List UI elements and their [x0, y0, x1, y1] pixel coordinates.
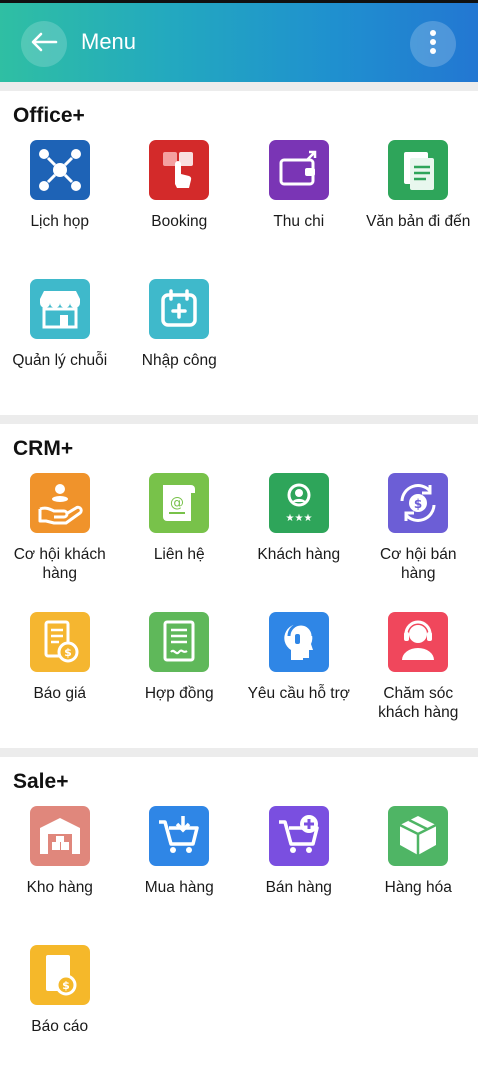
customer-icon: ★★★: [269, 473, 329, 533]
menu-sections: Office+ Lịch họp Booking Thu chi Văn bản đi …: [0, 82, 478, 1081]
page-title: Menu: [81, 29, 136, 55]
menu-item[interactable]: ★★★ Khách hàng: [239, 470, 359, 609]
section-title: CRM+: [0, 424, 478, 468]
menu-item[interactable]: Quản lý chuỗi: [0, 276, 120, 415]
menu-item-label: Văn bản đi đến: [366, 212, 470, 231]
menu-item[interactable]: @ Liên hệ: [120, 470, 240, 609]
menu-item[interactable]: Bán hàng: [239, 803, 359, 942]
menu-section: Office+ Lịch họp Booking Thu chi Văn bản đi …: [0, 91, 478, 415]
more-vertical-icon: [429, 29, 437, 60]
menu-grid: Kho hàng Mua hàng Bán hàng Hàng hóa $ Báo cáo: [0, 801, 478, 1081]
menu-item-label: Liên hệ: [154, 545, 205, 564]
svg-text:$: $: [64, 646, 72, 659]
wallet-icon: [269, 140, 329, 200]
arrow-left-icon: [30, 32, 58, 57]
svg-text:$: $: [414, 497, 422, 511]
menu-item-label: Bán hàng: [266, 878, 332, 897]
menu-item-label: Nhập công: [142, 351, 217, 370]
menu-item-label: Báo giá: [33, 684, 86, 703]
customer-care-icon: [388, 612, 448, 672]
quote-icon: $: [30, 612, 90, 672]
menu-item[interactable]: Kho hàng: [0, 803, 120, 942]
menu-item-label: Cơ hội khách hàng: [4, 545, 116, 583]
menu-item[interactable]: Hàng hóa: [359, 803, 478, 942]
svg-text:$: $: [62, 979, 70, 992]
menu-item[interactable]: Booking: [120, 137, 240, 276]
svg-text:@: @: [170, 495, 184, 511]
menu-section: Sale+ Kho hàng Mua hàng Bán hàng Hàng hóa $ Bá…: [0, 757, 478, 1081]
contact-scroll-icon: @: [149, 473, 209, 533]
menu-item-label: Báo cáo: [31, 1017, 88, 1036]
cart-down-icon: [149, 806, 209, 866]
svg-text:★★★: ★★★: [285, 513, 312, 524]
sales-cycle-icon: $: [388, 473, 448, 533]
menu-item[interactable]: Văn bản đi đến: [359, 137, 478, 276]
menu-grid: Lịch họp Booking Thu chi Văn bản đi đến Quản…: [0, 135, 478, 415]
menu-item[interactable]: Mua hàng: [120, 803, 240, 942]
app-bar: Menu: [0, 3, 478, 82]
menu-item-label: Kho hàng: [27, 878, 93, 897]
meeting-icon: [30, 140, 90, 200]
menu-item-label: Booking: [151, 212, 207, 231]
section-divider: [0, 748, 478, 757]
support-head-icon: [269, 612, 329, 672]
menu-item[interactable]: Thu chi: [239, 137, 359, 276]
menu-item-label: Khách hàng: [257, 545, 340, 564]
menu-item-label: Hàng hóa: [385, 878, 452, 897]
menu-grid: Cơ hội khách hàng @ Liên hệ ★★★ Khách hàng $ C…: [0, 468, 478, 748]
menu-item-label: Lịch họp: [30, 212, 89, 231]
menu-item[interactable]: Cơ hội khách hàng: [0, 470, 120, 609]
menu-item[interactable]: $ Báo giá: [0, 609, 120, 748]
document-icon: [388, 140, 448, 200]
warehouse-icon: [30, 806, 90, 866]
calendar-add-icon: [149, 279, 209, 339]
booking-icon: [149, 140, 209, 200]
section-title: Office+: [0, 91, 478, 135]
menu-item[interactable]: Chăm sóc khách hàng: [359, 609, 478, 748]
report-icon: $: [30, 945, 90, 1005]
menu-item[interactable]: $ Cơ hội bán hàng: [359, 470, 478, 609]
section-divider: [0, 82, 478, 91]
back-button[interactable]: [21, 21, 67, 67]
menu-item-label: Cơ hội bán hàng: [362, 545, 474, 583]
menu-item[interactable]: Nhập công: [120, 276, 240, 415]
menu-item-label: Hợp đồng: [145, 684, 214, 703]
cart-plus-icon: [269, 806, 329, 866]
menu-item-label: Quản lý chuỗi: [12, 351, 107, 370]
menu-item-label: Thu chi: [273, 212, 324, 231]
menu-item-label: Mua hàng: [145, 878, 214, 897]
hand-coins-icon: [30, 473, 90, 533]
menu-item-label: Yêu cầu hỗ trợ: [248, 684, 350, 703]
menu-section: CRM+ Cơ hội khách hàng @ Liên hệ ★★★ Khách hà…: [0, 424, 478, 748]
store-icon: [30, 279, 90, 339]
menu-item[interactable]: Hợp đồng: [120, 609, 240, 748]
menu-item[interactable]: Lịch họp: [0, 137, 120, 276]
box-icon: [388, 806, 448, 866]
contract-icon: [149, 612, 209, 672]
menu-item[interactable]: $ Báo cáo: [0, 942, 120, 1081]
menu-item[interactable]: Yêu cầu hỗ trợ: [239, 609, 359, 748]
more-options-button[interactable]: [410, 21, 456, 67]
section-title: Sale+: [0, 757, 478, 801]
section-divider: [0, 415, 478, 424]
menu-item-label: Chăm sóc khách hàng: [362, 684, 474, 722]
